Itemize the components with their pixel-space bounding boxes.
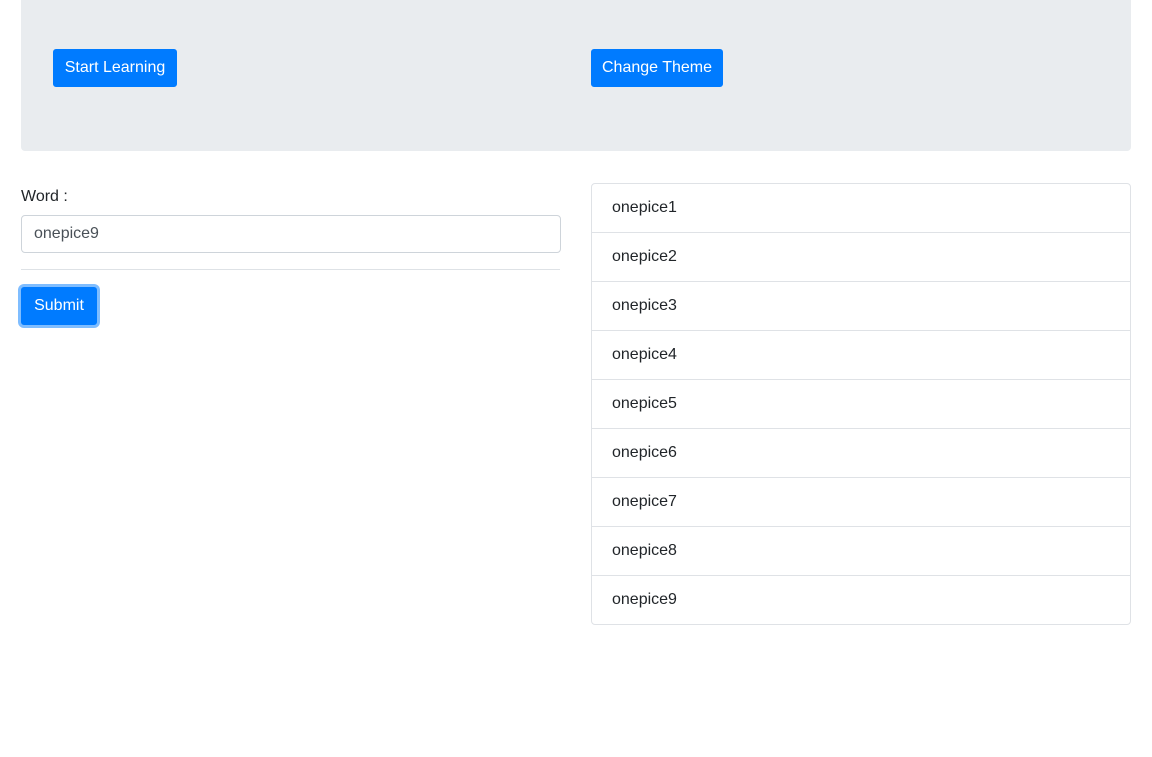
change-theme-button[interactable]: Change Theme (591, 49, 723, 87)
list-item: onepice5 (592, 380, 1130, 429)
list-item: onepice7 (592, 478, 1130, 527)
list-item: onepice3 (592, 282, 1130, 331)
header-jumbotron: Start Learning Change Theme (21, 0, 1131, 151)
form-divider (21, 269, 560, 270)
list-item: onepice6 (592, 429, 1130, 478)
list-item: onepice4 (592, 331, 1130, 380)
list-item: onepice2 (592, 233, 1130, 282)
list-item: onepice1 (592, 184, 1130, 233)
list-item: onepice8 (592, 527, 1130, 576)
submit-button[interactable]: Submit (21, 287, 97, 325)
word-list: onepice1 onepice2 onepice3 onepice4 onep… (591, 183, 1131, 625)
start-learning-button[interactable]: Start Learning (53, 49, 177, 87)
list-item: onepice9 (612, 591, 677, 608)
word-input[interactable] (21, 215, 561, 253)
word-label: Word : (21, 188, 68, 205)
